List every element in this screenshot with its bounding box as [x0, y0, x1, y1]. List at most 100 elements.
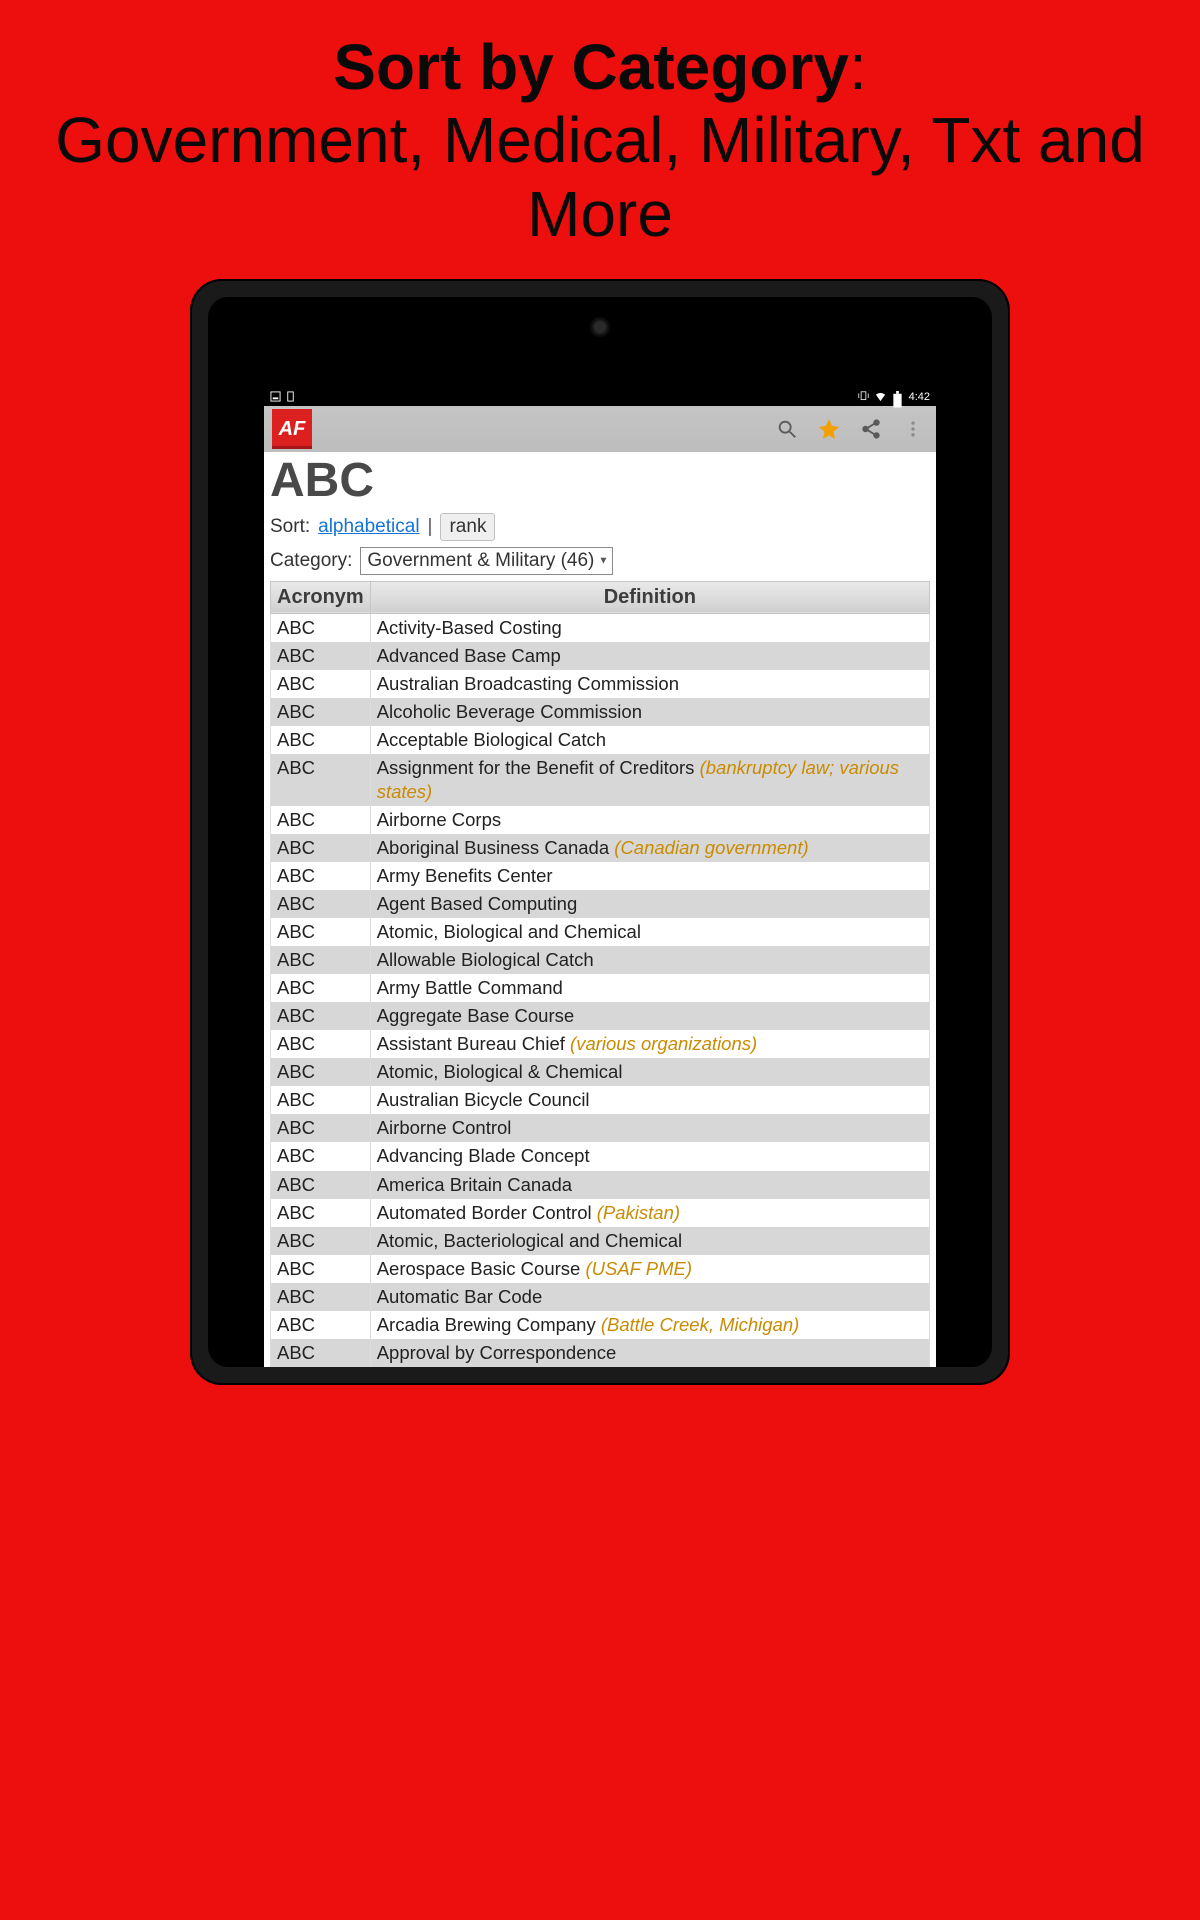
notification-icon [270, 391, 281, 402]
cell-definition: Aboriginal Business Canada (Canadian gov… [370, 834, 929, 862]
cell-acronym: ABC [271, 946, 371, 974]
cell-definition: Acceptable Biological Catch [370, 726, 929, 754]
cell-acronym: ABC [271, 670, 371, 698]
cell-definition: Australian Broadcasting Commission [370, 670, 929, 698]
sort-rank-button[interactable]: rank [440, 513, 495, 541]
cell-definition: Aggregate Base Course [370, 1002, 929, 1030]
th-definition[interactable]: Definition [370, 581, 929, 613]
share-button[interactable] [856, 414, 886, 444]
table-row[interactable]: ABCAutomatic Bar Code [271, 1283, 930, 1311]
cell-definition: America Britain Canada [370, 1171, 929, 1199]
promo-line1: Sort by Category [333, 31, 849, 103]
promo-colon: : [849, 31, 867, 103]
cell-acronym: ABC [271, 974, 371, 1002]
table-row[interactable]: ABCArcadia Brewing Company (Battle Creek… [271, 1311, 930, 1339]
cell-acronym: ABC [271, 862, 371, 890]
android-statusbar: 4:42 [264, 387, 936, 406]
wifi-icon [875, 391, 886, 402]
page-title: ABC [270, 456, 930, 506]
search-button[interactable] [772, 414, 802, 444]
definition-context: (Canadian government) [614, 837, 808, 858]
table-row[interactable]: ABCAtomic, Biological and Chemical [271, 918, 930, 946]
promo-line2: Government, Medical, Military, Txt and M… [40, 104, 1160, 251]
table-row[interactable]: ABCAggregate Base Course [271, 1002, 930, 1030]
sort-alphabetical-link[interactable]: alphabetical [318, 516, 419, 538]
sort-controls: Sort: alphabetical | rank [270, 513, 930, 541]
cell-definition: Allowable Biological Catch [370, 946, 929, 974]
cell-definition: Assignment for the Benefit of Creditors … [370, 754, 929, 806]
table-row[interactable]: ABCAdvancing Blade Concept [271, 1142, 930, 1170]
cell-definition: Airborne Corps [370, 806, 929, 834]
chevron-down-icon: ▼ [598, 555, 608, 566]
table-row[interactable]: ABCAgent Based Computing [271, 890, 930, 918]
battery-icon [892, 391, 903, 402]
cell-acronym: ABC [271, 834, 371, 862]
table-row[interactable]: ABCAmerica Britain Canada [271, 1171, 930, 1199]
definition-context: (various organizations) [570, 1033, 757, 1054]
statusbar-time: 4:42 [909, 391, 930, 403]
table-row[interactable]: ABCAtomic, Biological & Chemical [271, 1058, 930, 1086]
cell-definition: Activity-Based Costing [370, 613, 929, 642]
table-row[interactable]: ABCAirborne Control [271, 1114, 930, 1142]
cell-acronym: ABC [271, 1255, 371, 1283]
table-row[interactable]: ABCAirborne Corps [271, 806, 930, 834]
category-select[interactable]: Government & Military (46) ▼ [360, 547, 613, 575]
cell-definition: Army Benefits Center [370, 862, 929, 890]
cell-acronym: ABC [271, 1311, 371, 1339]
device-screen: 4:42 AF ABC [264, 387, 936, 1367]
tablet-camera [590, 317, 610, 337]
tablet-frame: 4:42 AF ABC [190, 279, 1010, 1385]
table-row[interactable]: ABCAutomated Border Control (Pakistan) [271, 1199, 930, 1227]
table-row[interactable]: ABCAustralian Bicycle Council [271, 1086, 930, 1114]
content-area: ABC Sort: alphabetical | rank Category: … [264, 452, 936, 1367]
app-toolbar: AF [264, 406, 936, 452]
overflow-menu-button[interactable] [898, 414, 928, 444]
table-row[interactable]: ABCAcceptable Biological Catch [271, 726, 930, 754]
cell-definition: Australian Bicycle Council [370, 1086, 929, 1114]
definition-context: (USAF PME) [585, 1258, 692, 1279]
promo-banner: Sort by Category: Government, Medical, M… [0, 0, 1200, 271]
cell-acronym: ABC [271, 1030, 371, 1058]
cell-acronym: ABC [271, 1086, 371, 1114]
table-row[interactable]: ABCAboriginal Business Canada (Canadian … [271, 834, 930, 862]
cell-definition: Alcoholic Beverage Commission [370, 698, 929, 726]
table-row[interactable]: ABCAdvanced Base Camp [271, 642, 930, 670]
cell-definition: Approval by Correspondence [370, 1339, 929, 1367]
table-row[interactable]: ABCAllowable Biological Catch [271, 946, 930, 974]
cell-acronym: ABC [271, 1058, 371, 1086]
table-row[interactable]: ABCAssistant Bureau Chief (various organ… [271, 1030, 930, 1058]
definition-context: (Battle Creek, Michigan) [601, 1314, 799, 1335]
cell-definition: Army Battle Command [370, 974, 929, 1002]
cell-acronym: ABC [271, 890, 371, 918]
sort-separator: | [428, 516, 433, 538]
cell-definition: Automatic Bar Code [370, 1283, 929, 1311]
cell-definition: Automated Border Control (Pakistan) [370, 1199, 929, 1227]
table-row[interactable]: ABCAlcoholic Beverage Commission [271, 698, 930, 726]
table-row[interactable]: ABCApproval by Correspondence [271, 1339, 930, 1367]
favorite-button[interactable] [814, 414, 844, 444]
cell-acronym: ABC [271, 642, 371, 670]
table-row[interactable]: ABCActivity-Based Costing [271, 613, 930, 642]
table-row[interactable]: ABCAssignment for the Benefit of Credito… [271, 754, 930, 806]
cell-definition: Atomic, Biological and Chemical [370, 918, 929, 946]
cell-acronym: ABC [271, 1002, 371, 1030]
table-row[interactable]: ABCArmy Battle Command [271, 974, 930, 1002]
cell-definition: Atomic, Biological & Chemical [370, 1058, 929, 1086]
table-row[interactable]: ABCAtomic, Bacteriological and Chemical [271, 1227, 930, 1255]
th-acronym[interactable]: Acronym [271, 581, 371, 613]
cell-acronym: ABC [271, 726, 371, 754]
cell-definition: Aerospace Basic Course (USAF PME) [370, 1255, 929, 1283]
table-row[interactable]: ABCArmy Benefits Center [271, 862, 930, 890]
vibrate-icon [858, 391, 869, 402]
table-row[interactable]: ABCAustralian Broadcasting Commission [271, 670, 930, 698]
cell-acronym: ABC [271, 1199, 371, 1227]
cell-acronym: ABC [271, 806, 371, 834]
table-row[interactable]: ABCAerospace Basic Course (USAF PME) [271, 1255, 930, 1283]
cell-definition: Atomic, Bacteriological and Chemical [370, 1227, 929, 1255]
cell-acronym: ABC [271, 1339, 371, 1367]
tablet-bezel: 4:42 AF ABC [208, 297, 992, 1367]
cell-definition: Airborne Control [370, 1114, 929, 1142]
cell-acronym: ABC [271, 698, 371, 726]
cell-definition: Assistant Bureau Chief (various organiza… [370, 1030, 929, 1058]
category-controls: Category: Government & Military (46) ▼ [270, 547, 930, 575]
